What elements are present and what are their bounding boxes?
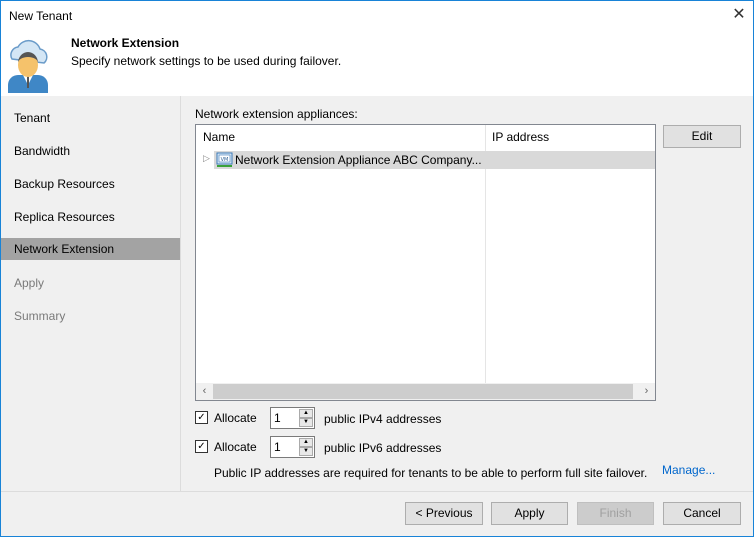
column-header-name[interactable]: Name	[196, 125, 235, 150]
apply-button[interactable]: Apply	[491, 502, 568, 525]
expand-arrow-icon[interactable]: ▷	[203, 153, 210, 164]
column-header-ip[interactable]: IP address	[485, 125, 549, 150]
ipv4-checkbox[interactable]: ✓	[195, 411, 208, 424]
nav-item-summary: Summary	[14, 309, 66, 323]
title-bar: New Tenant ✕	[1, 1, 753, 31]
cancel-button[interactable]: Cancel	[663, 502, 741, 525]
ipv6-count-stepper[interactable]: 1 ▲ ▼	[270, 436, 315, 458]
finish-button: Finish	[577, 502, 654, 525]
vm-appliance-icon: VM	[216, 152, 233, 167]
footer-divider	[1, 491, 753, 492]
ipv4-suffix-label: public IPv4 addresses	[324, 412, 442, 426]
scroll-right-icon[interactable]: ›	[638, 383, 655, 400]
nav-item-backup-resources[interactable]: Backup Resources	[1, 173, 180, 195]
wizard-steps: Tenant Bandwidth Backup Resources Replic…	[1, 96, 181, 491]
increment-icon[interactable]: ▲	[299, 409, 313, 418]
wizard-header: Network Extension Specify network settin…	[1, 31, 753, 96]
appliance-name: Network Extension Appliance ABC Company.…	[235, 153, 482, 167]
nav-item-network-extension[interactable]: Network Extension	[1, 238, 180, 260]
close-icon[interactable]: ✕	[729, 5, 749, 25]
increment-icon[interactable]: ▲	[299, 438, 313, 447]
page-title: Network Extension	[71, 36, 180, 50]
ipv6-allocate-label: Allocate	[214, 440, 257, 454]
nav-item-bandwidth[interactable]: Bandwidth	[1, 140, 180, 162]
nav-item-replica-resources[interactable]: Replica Resources	[1, 206, 180, 228]
scrollbar-thumb[interactable]	[213, 384, 633, 399]
public-ip-note: Public IP addresses are required for ten…	[214, 466, 648, 480]
previous-button[interactable]: < Previous	[405, 502, 483, 525]
table-row[interactable]: VM Network Extension Appliance ABC Compa…	[214, 151, 655, 169]
appliances-label: Network extension appliances:	[195, 107, 358, 121]
ipv4-count-value: 1	[274, 411, 281, 425]
appliances-list[interactable]: Name IP address ▷ VM Network Extension A…	[195, 124, 656, 401]
horizontal-scrollbar[interactable]: ‹ ›	[196, 383, 655, 400]
new-tenant-window: New Tenant ✕ Network Extension Specify n…	[0, 0, 754, 537]
ipv6-checkbox[interactable]: ✓	[195, 440, 208, 453]
tenant-cloud-icon	[8, 39, 48, 93]
manage-link[interactable]: Manage...	[662, 463, 715, 477]
scroll-left-icon[interactable]: ‹	[196, 383, 213, 400]
decrement-icon[interactable]: ▼	[299, 447, 313, 456]
page-subtitle: Specify network settings to be used duri…	[71, 54, 342, 68]
ipv6-count-value: 1	[274, 440, 281, 454]
decrement-icon[interactable]: ▼	[299, 418, 313, 427]
window-title: New Tenant	[9, 9, 73, 23]
ipv4-allocate-label: Allocate	[214, 411, 257, 425]
ipv6-suffix-label: public IPv6 addresses	[324, 441, 442, 455]
ipv4-count-stepper[interactable]: 1 ▲ ▼	[270, 407, 315, 429]
edit-button[interactable]: Edit	[663, 125, 741, 148]
nav-item-apply: Apply	[14, 276, 45, 290]
nav-item-tenant[interactable]: Tenant	[1, 107, 180, 129]
svg-text:VM: VM	[221, 157, 229, 163]
